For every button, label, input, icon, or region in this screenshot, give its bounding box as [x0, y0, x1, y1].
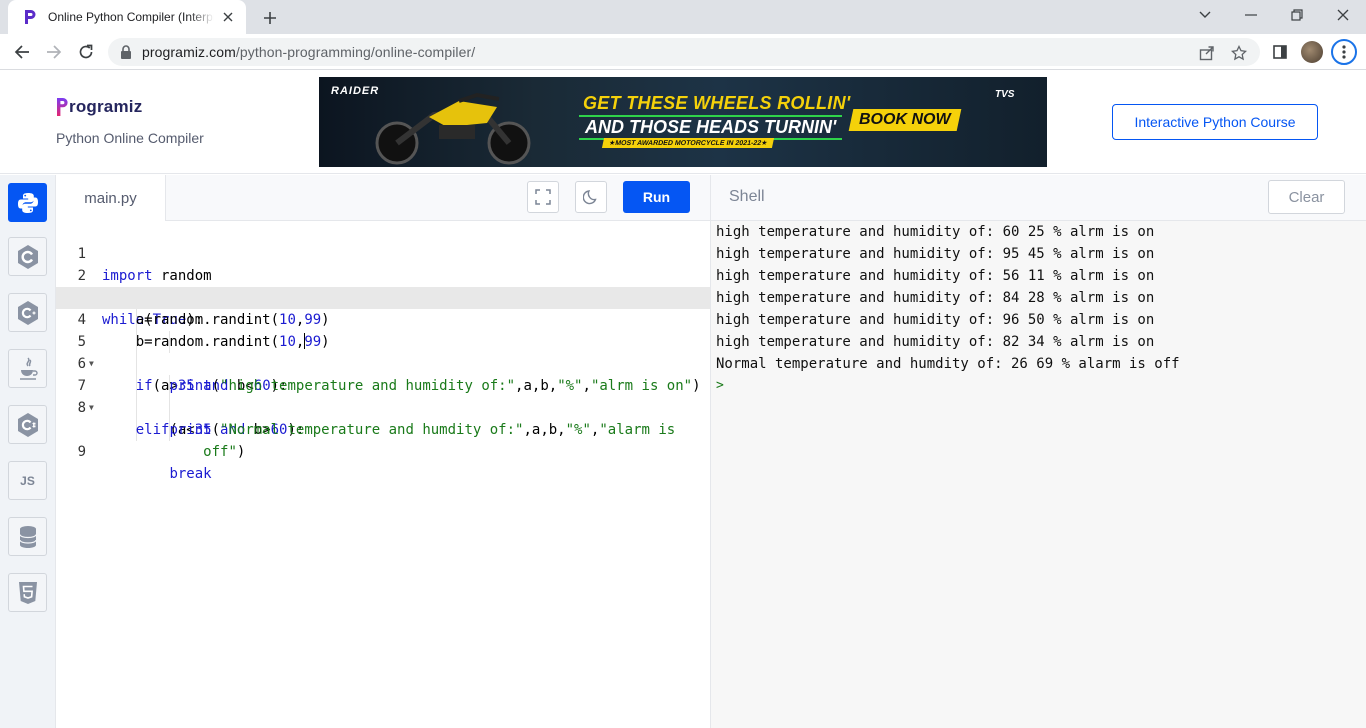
programiz-logo[interactable]: rogramiz [56, 97, 142, 117]
code-line-7: 7 ▼ elif(a<35 and b>60): [56, 353, 710, 438]
code-line-8-wrap: off") [203, 444, 246, 460]
close-tab-icon[interactable] [220, 9, 236, 25]
line-number: 9 [77, 444, 86, 460]
shell-title: Shell [729, 188, 765, 205]
url-path: /python-programming/online-compiler/ [235, 44, 476, 60]
code-line-8: 8 print("Normal temperature and humdity … [56, 375, 710, 438]
code-line-5: 5 ▼ if(a>35 and b<60): [56, 309, 710, 394]
ad-book-now-label: BOOK NOW [859, 111, 951, 128]
sidebar-item-java[interactable] [8, 349, 47, 388]
ad-headline-1: GET THESE WHEELS ROLLIN' [583, 93, 851, 113]
code-line-2: 2 ▼ while(True): [56, 243, 710, 328]
profile-avatar[interactable] [1298, 38, 1326, 66]
forward-icon[interactable] [40, 38, 68, 66]
clear-button[interactable]: Clear [1268, 180, 1345, 214]
cpp-icon [17, 300, 38, 325]
shell-output[interactable]: high temperature and humidity of: 60 25 … [710, 221, 1366, 728]
code-line-3: 3 a=random.randint(10,99) [56, 265, 710, 328]
url-host: programiz.com [142, 44, 236, 60]
sidebar-item-javascript[interactable]: JS [8, 461, 47, 500]
run-button[interactable]: Run [623, 181, 690, 213]
browser-menu-icon[interactable] [1330, 38, 1358, 66]
java-icon [19, 356, 38, 380]
advertisement-banner[interactable]: RAIDER GET THESE WHEELS ROLLIN' AND THOS… [319, 77, 1047, 167]
url-text: programiz.com/python-programming/online-… [142, 44, 475, 60]
ad-brand-logo: TVS [995, 89, 1015, 100]
restore-icon[interactable] [1274, 0, 1320, 30]
python-icon [17, 192, 38, 213]
sidebar-item-cpp[interactable] [8, 293, 47, 332]
output-line: high temperature and humidity of: 96 50 … [716, 312, 1155, 328]
code-editor[interactable]: 1 import random 2 ▼ while(True): 3 a=ran… [56, 221, 710, 728]
output-line: high temperature and humidity of: 95 45 … [716, 246, 1155, 262]
language-sidebar: JS [0, 175, 56, 728]
tab-search-icon[interactable] [1182, 0, 1228, 30]
interactive-course-button[interactable]: Interactive Python Course [1112, 104, 1318, 140]
reload-icon[interactable] [72, 38, 100, 66]
sidebar-item-csharp[interactable] [8, 405, 47, 444]
site-header: rogramiz Python Online Compiler RAIDER G… [0, 71, 1366, 174]
output-line: high temperature and humidity of: 82 34 … [716, 334, 1155, 350]
fullscreen-icon [535, 189, 551, 205]
new-tab-icon[interactable] [258, 6, 282, 30]
ad-book-now-button[interactable]: BOOK NOW [848, 109, 962, 131]
logo-text: rogramiz [69, 97, 143, 116]
motorcycle-image [375, 92, 531, 165]
sidebar-item-python[interactable] [8, 183, 47, 222]
tab-title: Online Python Compiler (Interpreter) [48, 10, 214, 24]
js-icon: JS [20, 473, 35, 488]
bookmark-star-icon[interactable] [1230, 44, 1248, 62]
programiz-favicon-icon [22, 9, 38, 25]
fullscreen-button[interactable] [527, 181, 559, 213]
ad-award-strip: ★MOST AWARDED MOTORCYCLE IN 2021-22★ [601, 138, 775, 148]
sidebar-item-c[interactable] [8, 237, 47, 276]
code-line-1: 1 import random [56, 221, 710, 284]
close-window-icon[interactable] [1320, 0, 1366, 30]
page-subtitle: Python Online Compiler [56, 130, 204, 146]
theme-toggle-button[interactable] [575, 181, 607, 213]
shell-prompt[interactable]: > [716, 375, 724, 397]
code-line-4: 4 b=random.randint(10,99) [56, 287, 710, 350]
output-line: high temperature and humidity of: 56 11 … [716, 268, 1155, 284]
side-panel-icon[interactable] [1266, 38, 1294, 66]
lock-icon [120, 45, 132, 59]
back-icon[interactable] [8, 38, 36, 66]
code-line-6: 6 print("high temperature and humidity o… [56, 331, 710, 394]
moon-icon [583, 190, 597, 205]
code-line-9: 9 break [56, 419, 710, 482]
programiz-logo-icon [57, 98, 68, 116]
ad-headline-2: AND THOSE HEADS TURNIN' [579, 115, 843, 140]
sidebar-item-sql[interactable] [8, 517, 47, 556]
database-icon [18, 525, 37, 548]
output-line: Normal temperature and humdity of: 26 69… [716, 356, 1180, 372]
sidebar-item-html[interactable] [8, 573, 47, 612]
browser-tab-bar: Online Python Compiler (Interpreter) [0, 0, 1366, 34]
shell-toolbar: Shell Clear [710, 175, 1366, 221]
minimize-icon[interactable] [1228, 0, 1274, 30]
csharp-icon [17, 412, 38, 437]
file-tab-main-py[interactable]: main.py [56, 175, 166, 221]
share-icon[interactable] [1198, 44, 1216, 62]
browser-tab[interactable]: Online Python Compiler (Interpreter) [8, 0, 246, 34]
output-line: high temperature and humidity of: 84 28 … [716, 290, 1155, 306]
editor-toolbar: main.py Run [56, 175, 710, 221]
c-icon [17, 244, 38, 269]
address-bar[interactable]: programiz.com/python-programming/online-… [108, 38, 1260, 66]
browser-toolbar: programiz.com/python-programming/online-… [0, 34, 1366, 70]
html5-icon [18, 581, 37, 604]
output-line: high temperature and humidity of: 60 25 … [716, 224, 1155, 240]
